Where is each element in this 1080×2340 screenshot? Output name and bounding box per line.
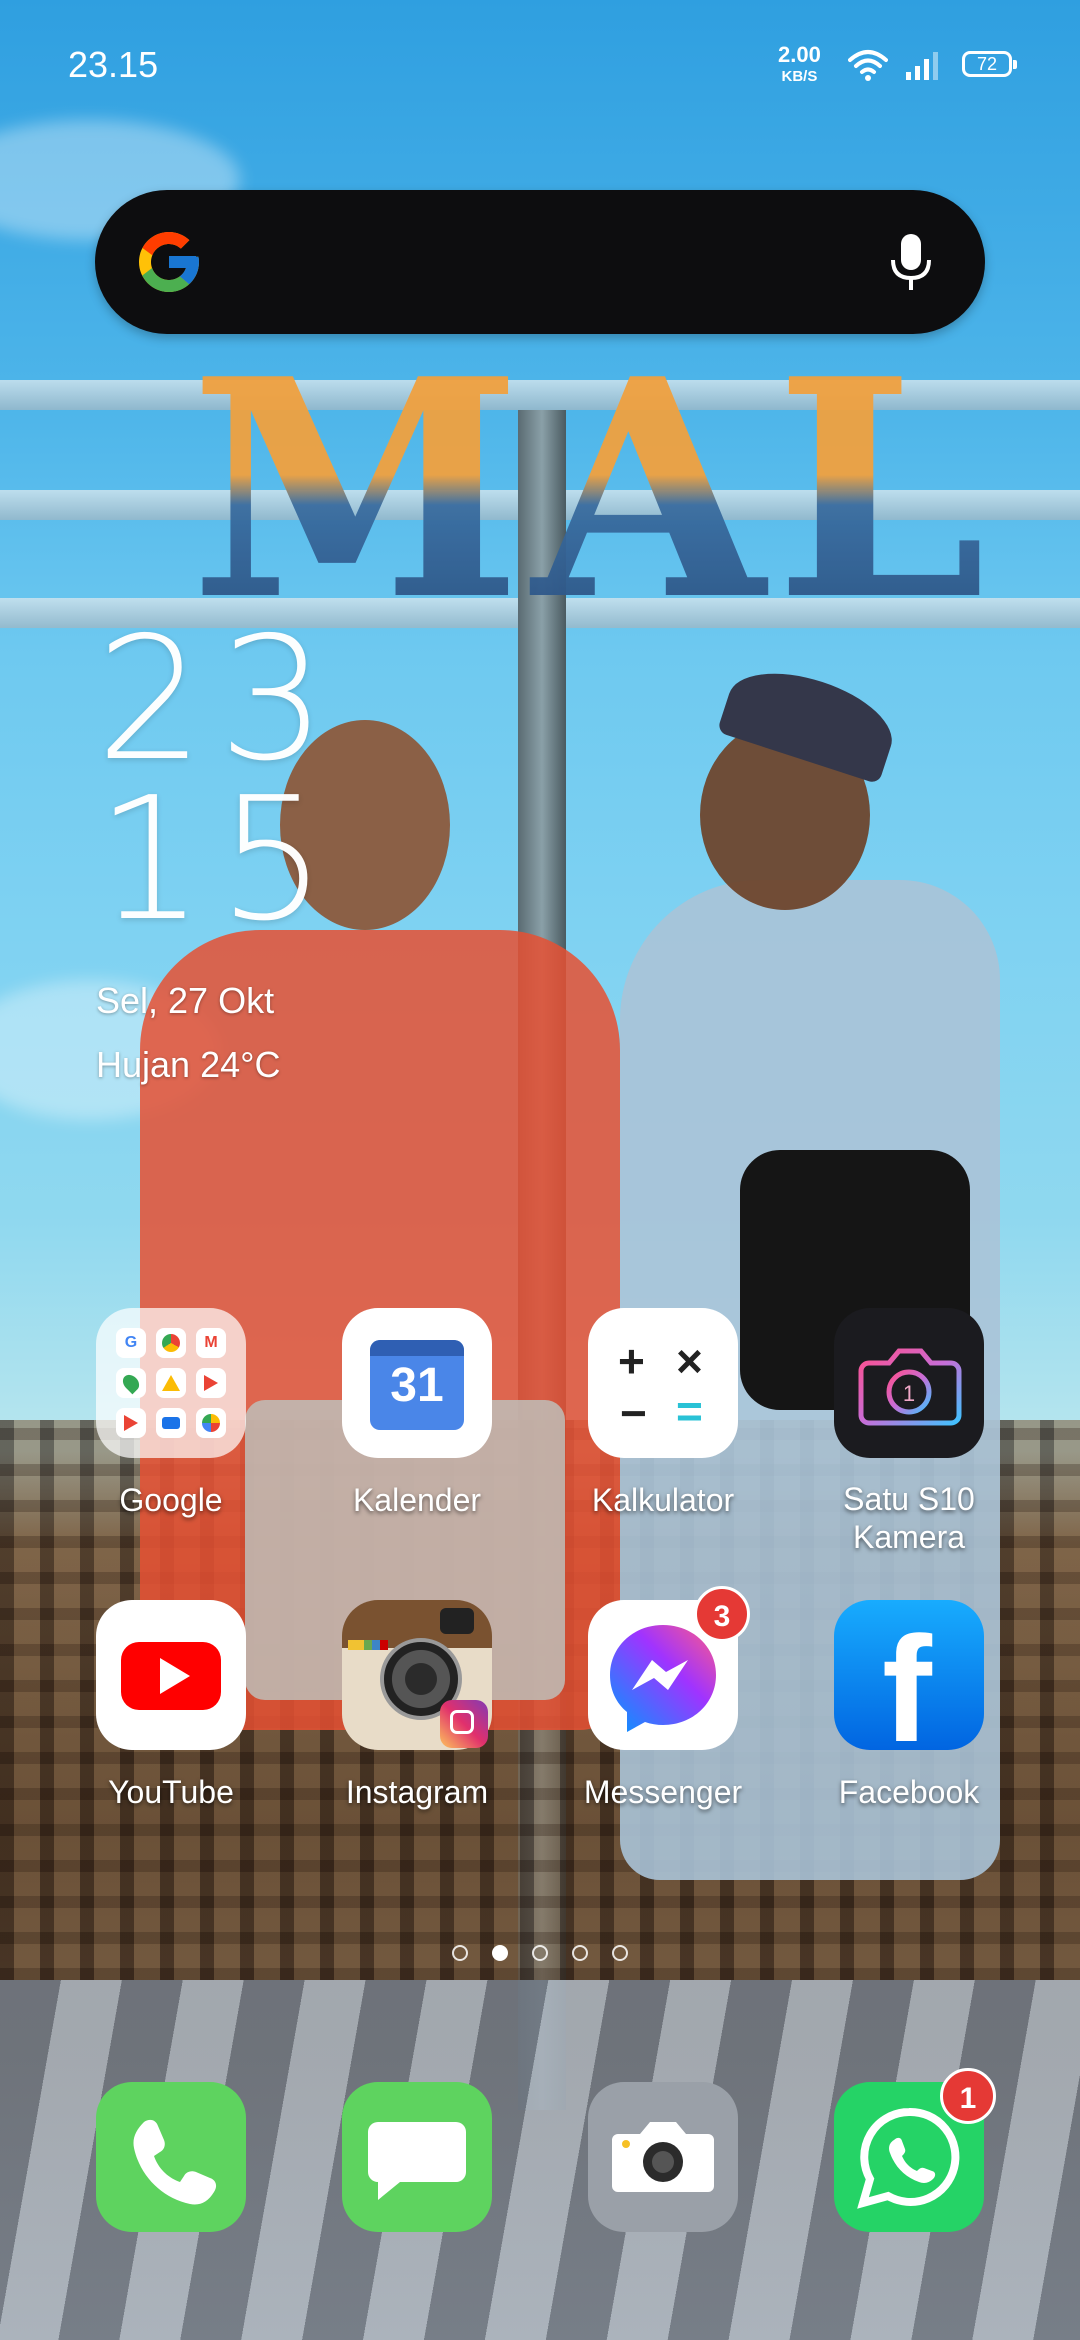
network-speed-unit: KB/S [781,68,818,85]
app-label: YouTube [108,1774,234,1810]
network-speed-value: 2.00 [778,42,821,67]
clock-weather-widget[interactable]: 23 15 Sel, 27 Okt Hujan 24°C [96,601,341,1086]
google-search-bar[interactable] [95,190,985,334]
wifi-icon [848,50,888,81]
app-kalender[interactable]: 31 Kalender [312,1308,522,1520]
dock-messages[interactable] [312,2082,522,2232]
page-dot[interactable] [612,1945,628,1961]
app-facebook[interactable]: f Facebook [804,1600,1014,1812]
whatsapp-icon: 1 [834,2068,996,2232]
app-satu-s10-kamera[interactable]: 1 Satu S10 Kamera [804,1308,1014,1556]
calendar-day: 31 [390,1359,444,1412]
camera-icon [588,2082,738,2232]
google-folder-icon: G M [96,1308,246,1458]
google-logo-icon [139,232,199,292]
signal-strength-icon [906,52,938,80]
app-label: Instagram [345,1774,489,1810]
clock-hour: 23 [96,601,341,799]
page-dot[interactable] [452,1945,468,1961]
page-indicator[interactable] [440,1945,640,1969]
calendar-icon: 31 [342,1308,492,1458]
phone-icon [96,2082,246,2232]
calculator-icon: + × − = [588,1308,738,1458]
app-label: Kalkulator [591,1482,735,1518]
notification-badge: 1 [940,2068,996,2124]
messages-icon [342,2082,492,2232]
dock-camera[interactable] [558,2082,768,2232]
svg-text:1: 1 [903,1381,915,1406]
app-messenger[interactable]: 3 Messenger [558,1586,768,1812]
page-dot[interactable] [572,1945,588,1961]
facebook-icon: f [834,1600,984,1764]
dock: 1 [0,2068,1080,2232]
app-instagram[interactable]: Instagram [312,1600,522,1812]
page-dot-active[interactable] [492,1945,508,1961]
status-time: 23.15 [68,44,159,85]
youtube-icon [96,1600,246,1750]
clock-date: Sel, 27 Okt [96,980,275,1021]
app-google-folder[interactable]: G M Google [66,1308,276,1520]
instagram-icon [342,1600,492,1750]
battery-indicator: 72 [962,51,1017,77]
dock-whatsapp[interactable]: 1 [804,2068,1014,2232]
app-label: Messenger [583,1774,743,1810]
app-label: Google [119,1482,223,1518]
home-screen: MAL 23.15 2.00 KB/S 72 23 15 Sel, 27 Okt… [0,0,1080,2340]
dock-phone[interactable] [66,2082,276,2232]
app-label: Facebook [838,1774,980,1810]
messenger-icon: 3 [588,1586,750,1750]
app-label: Satu S10 Kamera [804,1480,1014,1556]
weather-summary: Hujan 24°C [96,1044,281,1085]
page-dot[interactable] [532,1945,548,1961]
microphone-icon[interactable] [889,232,933,294]
app-youtube[interactable]: YouTube [66,1600,276,1812]
app-label-line2: Kamera [852,1519,966,1555]
clock-minute: 15 [96,761,341,959]
camera-s10-icon: 1 [834,1308,984,1458]
status-bar: 23.15 2.00 KB/S 72 [0,0,1080,130]
app-kalkulator[interactable]: + × − = Kalkulator [558,1308,768,1520]
app-label-line1: Satu S10 [843,1481,975,1517]
notification-badge: 3 [694,1586,750,1642]
app-label: Kalender [352,1482,482,1518]
network-speed: 2.00 KB/S [778,44,821,88]
